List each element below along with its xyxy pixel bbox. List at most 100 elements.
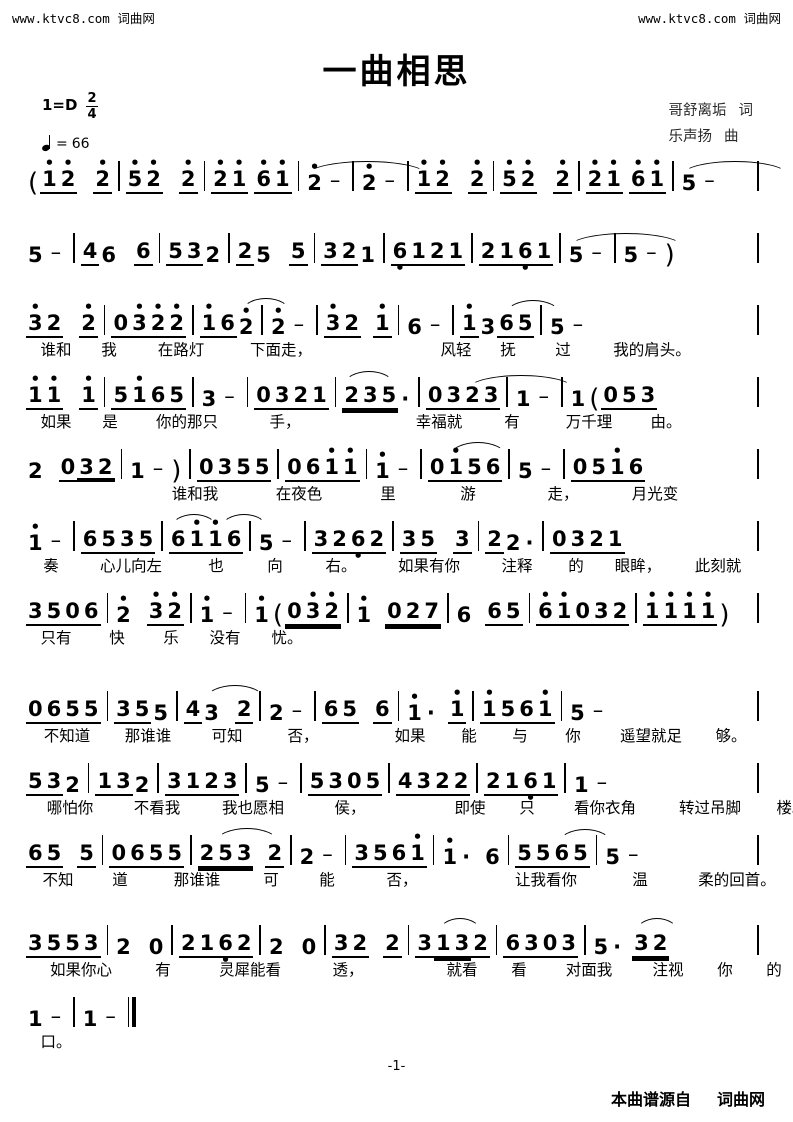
note: 3 <box>116 697 131 721</box>
measure: 3132 <box>415 918 490 958</box>
note: 3 <box>83 931 99 955</box>
notes-row: 0655 355 432 2– 656 1 • · 1 • 1 • 5 6 1 • 5– <box>0 680 793 724</box>
lyric-syllable: 你的那只 <box>155 413 218 431</box>
note: 2 <box>480 239 496 263</box>
note: 5 <box>236 455 251 479</box>
barline <box>103 377 106 407</box>
measure: 656 <box>321 697 392 724</box>
note: 1 <box>28 1007 43 1031</box>
barline <box>157 763 159 793</box>
barline <box>300 763 302 793</box>
note: 5 <box>28 769 43 793</box>
note: 5 <box>365 769 381 793</box>
note: 5 <box>46 841 62 865</box>
measure: 3 • 2 1 • <box>323 300 392 338</box>
lyric-syllable: 有 <box>155 961 171 979</box>
note: 6 <box>407 315 422 339</box>
watermark-right: www.ktvc8.com 词曲网 <box>638 8 781 27</box>
beam-group: 35 <box>399 529 437 554</box>
note: 6 <box>220 311 235 335</box>
measure: 1 •(0 3 • 2 • <box>252 588 341 628</box>
lyricist-line: 哥舒离垢词 <box>669 98 754 124</box>
barline <box>476 763 478 793</box>
note: 2 <box>471 933 490 958</box>
barline <box>346 593 349 623</box>
note: 0 <box>429 455 445 479</box>
barline <box>388 763 390 793</box>
barline <box>191 305 194 335</box>
beam-group: 65 <box>485 601 523 626</box>
beam-group: 5 1 • <box>111 372 149 410</box>
duration-dash: – <box>592 698 604 722</box>
watermark-right-url: www.ktvc8.com <box>638 11 736 26</box>
note: 5 <box>568 243 584 267</box>
note: 2 • <box>93 156 113 194</box>
barline <box>334 377 337 407</box>
measure: 322 <box>331 933 402 958</box>
note: 1 <box>499 239 514 263</box>
beam-group: 55 <box>234 455 272 482</box>
note: 1 • <box>644 586 660 623</box>
note: 0 <box>287 599 302 623</box>
notes-row: ( 1 • 2 • 2 • 5 • 2 • 2 • 2 • 1 • 6 • 1 • 2 • – 2 • – 1 • 2 • 2 • … <box>0 150 793 196</box>
beam-group: 21 <box>291 383 329 410</box>
lyric-syllable: 不知道 <box>43 727 91 745</box>
note: 6 • <box>256 154 271 191</box>
note: 2 <box>234 699 254 724</box>
measure: 2 1 6 • 1 <box>483 771 559 806</box>
measure: 3 5 6 1 • <box>352 830 427 868</box>
lyric-syllable: 让我看你 <box>514 871 577 889</box>
lyric-syllable: 透， <box>332 961 364 979</box>
note: 1 <box>435 931 451 955</box>
lyric-syllable: 下面走， <box>249 341 312 359</box>
note: 5 <box>342 697 357 721</box>
measure: 1 • 5 6 1 • <box>480 686 555 724</box>
note: 0 <box>148 935 164 959</box>
measure: 0321 <box>550 529 625 554</box>
note: 5 <box>83 697 99 721</box>
beam-group: 32 <box>632 933 670 958</box>
duration-dash: – <box>50 1004 62 1028</box>
barline <box>383 233 385 263</box>
note: 4 <box>183 699 203 724</box>
note: 1 <box>360 243 375 267</box>
duration-dash: – <box>222 600 233 624</box>
barline <box>344 835 347 865</box>
lyric-syllable: 里 <box>380 485 396 503</box>
note: 2 • <box>146 154 161 191</box>
note: 2 • <box>79 300 98 338</box>
beam-group: 1 • 1 • <box>680 588 718 626</box>
note: 1 • <box>609 442 625 479</box>
beam-group: 06 <box>109 841 147 868</box>
notes-row: 1 • 1 • 1 • 5 1 • 6 5 3– 0321 2 3 5 · 0323 1– 1(0 5 3 <box>0 366 793 412</box>
source-label: 本曲谱源自 <box>610 1090 691 1109</box>
note: 1 <box>515 387 531 411</box>
note: 0 <box>28 697 43 721</box>
measure: 6– <box>405 314 446 339</box>
note: 1 <box>312 383 327 407</box>
beam-group: 03 <box>550 529 588 554</box>
note: 6 <box>150 383 166 407</box>
note: 2 <box>236 931 252 955</box>
barline <box>492 161 495 191</box>
beam-group: 03 <box>540 933 578 958</box>
barline <box>583 925 586 955</box>
note: 0 <box>111 841 127 865</box>
lyric-syllable: 过 <box>555 341 571 359</box>
beam-group: 22 <box>433 771 471 796</box>
beam-group: 21 <box>483 771 522 796</box>
note: 0 <box>603 383 619 407</box>
barline <box>73 233 75 263</box>
beam-group: 235 <box>342 385 399 410</box>
note: 3 <box>328 769 343 793</box>
note: 3 <box>166 769 182 793</box>
measure: 5– <box>253 772 294 796</box>
beam-group: 65 <box>80 529 118 554</box>
barline <box>635 593 637 623</box>
note: 2 • <box>167 586 182 623</box>
note: 6 <box>499 311 514 335</box>
barline <box>563 449 565 479</box>
barline <box>228 233 230 263</box>
lyric-syllable: 也 <box>208 557 224 575</box>
beam-group: 65 <box>148 383 186 410</box>
